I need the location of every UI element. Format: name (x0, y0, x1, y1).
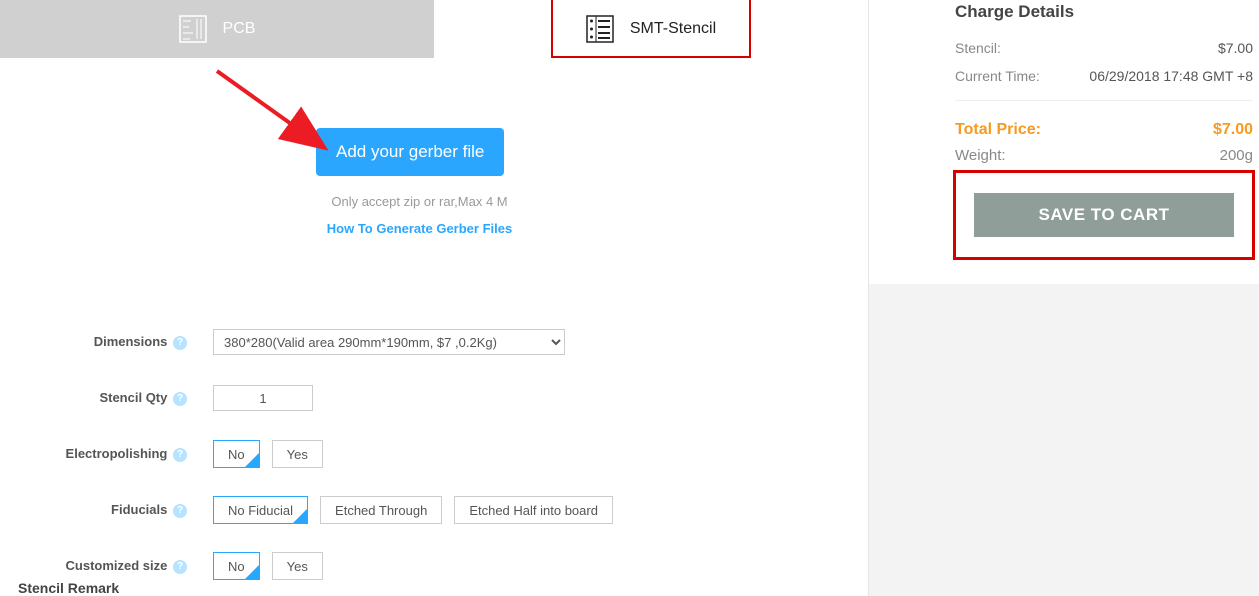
total-label: Total Price: (955, 121, 1041, 139)
fiducials-through-option[interactable]: Etched Through (320, 496, 442, 524)
qty-label: Stencil Qty (99, 390, 167, 405)
save-to-cart-button[interactable]: SAVE TO CART (974, 193, 1234, 237)
time-value: 06/29/2018 17:48 GMT +8 (1089, 68, 1253, 84)
charge-stencil-row: Stencil: $7.00 (955, 34, 1253, 62)
custom-no-option[interactable]: No (213, 552, 260, 580)
help-icon[interactable]: ? (173, 448, 187, 462)
weight-value: 200g (1220, 147, 1253, 164)
electro-yes-option[interactable]: Yes (272, 440, 323, 468)
row-dimensions: Dimensions ? 380*280(Valid area 290mm*19… (0, 314, 720, 370)
help-icon[interactable]: ? (173, 504, 187, 518)
weight-row: Weight: 200g (955, 143, 1253, 170)
tab-smt-stencil[interactable]: SMT-Stencil (434, 0, 868, 58)
dimensions-select[interactable]: 380*280(Valid area 290mm*190mm, $7 ,0.2K… (213, 329, 565, 355)
help-icon[interactable]: ? (173, 560, 187, 574)
fiducials-none-option[interactable]: No Fiducial (213, 496, 308, 524)
electro-no-option[interactable]: No (213, 440, 260, 468)
add-gerber-button[interactable]: Add your gerber file (316, 128, 504, 176)
stencil-label: Stencil: (955, 40, 1001, 56)
custom-label: Customized size (66, 558, 168, 573)
row-fiducials: Fiducials ? No Fiducial Etched Through E… (0, 482, 720, 538)
divider (955, 100, 1253, 101)
total-row: Total Price: $7.00 (955, 117, 1253, 143)
pcb-icon (179, 15, 207, 43)
help-icon[interactable]: ? (173, 336, 187, 350)
type-tabs: PCB SMT-Stencil (0, 0, 868, 58)
charge-sidebar: Charge Details Stencil: $7.00 Current Ti… (868, 0, 1259, 596)
upload-hint: Only accept zip or rar,Max 4 M (316, 194, 523, 209)
custom-yes-option[interactable]: Yes (272, 552, 323, 580)
total-value: $7.00 (1213, 121, 1253, 139)
time-label: Current Time: (955, 68, 1040, 84)
dimensions-label: Dimensions (94, 334, 168, 349)
howto-gerber-link[interactable]: How To Generate Gerber Files (316, 221, 523, 236)
fiducials-half-option[interactable]: Etched Half into board (454, 496, 613, 524)
row-electropolishing: Electropolishing ? No Yes (0, 426, 720, 482)
charge-time-row: Current Time: 06/29/2018 17:48 GMT +8 (955, 62, 1253, 90)
tab-pcb-label: PCB (223, 20, 256, 38)
stencil-value: $7.00 (1218, 40, 1253, 56)
electro-label: Electropolishing (66, 446, 168, 461)
help-icon[interactable]: ? (173, 392, 187, 406)
row-qty: Stencil Qty ? (0, 370, 720, 426)
remark-heading: Stencil Remark (18, 580, 119, 596)
charge-title: Charge Details (955, 0, 1253, 34)
smt-highlight-box (551, 0, 751, 58)
save-highlight-box: SAVE TO CART (953, 170, 1255, 260)
tab-pcb[interactable]: PCB (0, 0, 434, 58)
qty-input[interactable] (213, 385, 313, 411)
fiducials-label: Fiducials (111, 502, 167, 517)
weight-label: Weight: (955, 147, 1006, 164)
